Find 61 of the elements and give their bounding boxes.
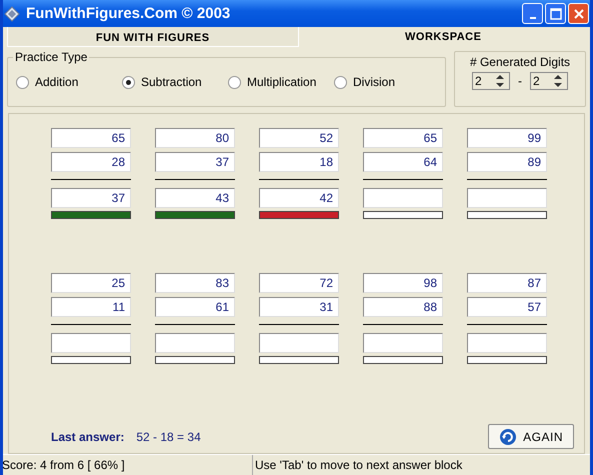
group-title: # Generated Digits	[470, 55, 570, 69]
close-button[interactable]	[568, 3, 589, 24]
radio-button[interactable]	[228, 76, 241, 88]
number-field: 89	[467, 152, 547, 172]
number-field: 65	[363, 128, 443, 148]
number-field: 52	[259, 128, 339, 148]
number-field: 80	[155, 128, 235, 148]
number-field: 64	[363, 152, 443, 172]
radio-label: Division	[353, 75, 396, 89]
number-field: 65	[51, 128, 131, 148]
answer-field[interactable]	[467, 333, 547, 353]
close-icon	[572, 8, 584, 20]
number-field: 87	[467, 273, 547, 293]
number-field: 25	[51, 273, 131, 293]
number-field: 37	[155, 152, 235, 172]
spin-field[interactable]: 2	[530, 72, 568, 90]
range-separator: -	[518, 74, 522, 88]
radio-option[interactable]: Division	[334, 75, 396, 89]
number-field: 18	[259, 152, 339, 172]
answer-field[interactable]	[467, 188, 547, 208]
number-field: 83	[155, 273, 235, 293]
again-button[interactable]: AGAIN	[488, 424, 574, 449]
spin-field[interactable]: 2	[472, 72, 510, 90]
last-answer-label: Last answer:	[51, 430, 124, 444]
number-field: 88	[363, 297, 443, 317]
number-field: 57	[467, 297, 547, 317]
answer-field[interactable]: 37	[51, 188, 131, 208]
answer-field[interactable]	[363, 333, 443, 353]
answer-field[interactable]: 42	[259, 188, 339, 208]
number-field: 11	[51, 297, 131, 317]
answer-field[interactable]: 43	[155, 188, 235, 208]
window-title: FunWithFigures.Com © 2003	[26, 5, 232, 22]
radio-option[interactable]: Addition	[16, 75, 122, 89]
number-field: 72	[259, 273, 339, 293]
answer-field[interactable]	[51, 333, 131, 353]
minimize-icon	[530, 16, 536, 18]
tab[interactable]: FUN WITH FIGURES	[7, 27, 298, 47]
number-field: 61	[155, 297, 235, 317]
answer-field[interactable]	[259, 333, 339, 353]
answer-field[interactable]	[363, 188, 443, 208]
radio-label: Multiplication	[247, 75, 316, 89]
number-field: 31	[259, 297, 339, 317]
radio-label: Subtraction	[141, 75, 202, 89]
radio-option[interactable]: Multiplication	[228, 75, 334, 89]
radio-label: Addition	[35, 75, 78, 89]
number-field: 28	[51, 152, 131, 172]
radio-button[interactable]	[334, 76, 347, 88]
last-answer-value: 52 - 18 = 34	[136, 430, 201, 444]
number-field: 98	[363, 273, 443, 293]
refresh-icon	[499, 428, 518, 446]
radio-button[interactable]	[122, 76, 135, 88]
maximize-icon	[550, 8, 562, 20]
answer-field[interactable]	[155, 333, 235, 353]
group-title: Practice Type	[13, 50, 90, 64]
diamond-icon	[4, 6, 20, 22]
number-field: 99	[467, 128, 547, 148]
radio-button[interactable]	[16, 76, 29, 88]
maximize-button[interactable]	[545, 3, 566, 24]
status-text: Use 'Tab' to move to next answer block	[253, 455, 590, 475]
minimize-button[interactable]	[522, 3, 543, 24]
radio-option[interactable]: Subtraction	[122, 75, 228, 89]
